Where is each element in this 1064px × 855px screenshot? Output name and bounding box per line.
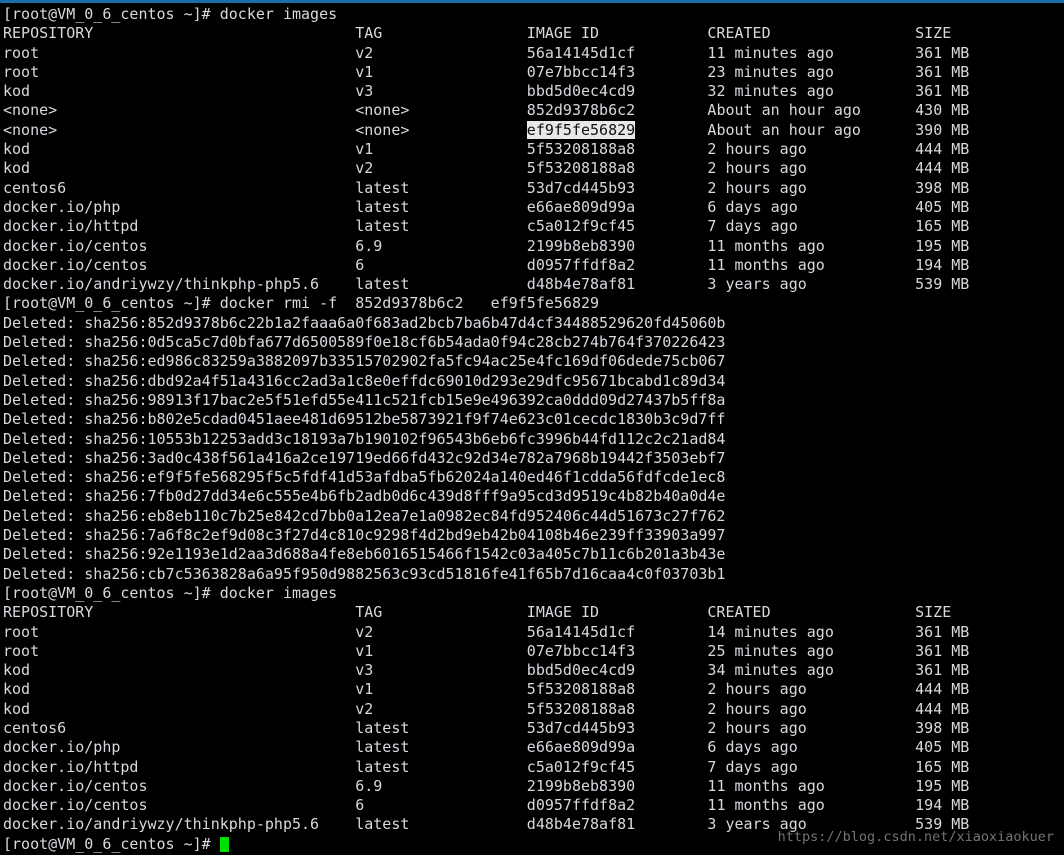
image-id-cell[interactable]: 2199b8eb8390 bbox=[527, 237, 635, 255]
image-id-cell[interactable]: 53d7cd445b93 bbox=[527, 179, 635, 197]
table-row[interactable]: <none> <none> 852d9378b6c2 About an hour… bbox=[3, 101, 1064, 120]
image-id-cell[interactable]: d48b4e78af81 bbox=[527, 275, 635, 293]
deleted-line: Deleted: sha256:98913f17bac2e5f51efd55e4… bbox=[3, 390, 726, 409]
command-first[interactable]: docker images bbox=[220, 5, 337, 23]
image-id-cell[interactable]: 56a14145d1cf bbox=[527, 623, 635, 641]
image-id-cell[interactable]: 5f53208188a8 bbox=[527, 140, 635, 158]
table-row[interactable]: docker.io/php latest e66ae809d99a 6 days… bbox=[3, 198, 1064, 217]
table-row[interactable]: kod v1 5f53208188a8 2 hours ago 444 MB bbox=[3, 140, 1064, 159]
image-id-cell[interactable]: 5f53208188a8 bbox=[527, 159, 635, 177]
image-id-cell[interactable]: e66ae809d99a bbox=[527, 738, 635, 756]
image-id-cell[interactable]: 07e7bbcc14f3 bbox=[527, 642, 635, 660]
image-id-cell[interactable]: d48b4e78af81 bbox=[527, 815, 635, 833]
image-id-cell[interactable]: 2199b8eb8390 bbox=[527, 777, 635, 795]
table-row[interactable]: kod v1 5f53208188a8 2 hours ago 444 MB bbox=[3, 680, 1064, 699]
table-row[interactable]: root v1 07e7bbcc14f3 25 minutes ago 361 … bbox=[3, 642, 1064, 661]
table-row[interactable]: docker.io/centos 6.9 2199b8eb8390 11 mon… bbox=[3, 777, 1064, 796]
image-id-cell[interactable]: bbd5d0ec4cd9 bbox=[527, 82, 635, 100]
image-id-cell[interactable]: 5f53208188a8 bbox=[527, 700, 635, 718]
deleted-line: Deleted: sha256:3ad0c438f561a416a2ce1971… bbox=[3, 448, 726, 467]
image-id-cell[interactable]: 07e7bbcc14f3 bbox=[527, 63, 635, 81]
table-header-second: REPOSITORY TAG IMAGE ID CREATED SIZE bbox=[3, 603, 952, 622]
table-row[interactable]: docker.io/andriywzy/thinkphp-php5.6 late… bbox=[3, 275, 1064, 294]
table-row[interactable]: docker.io/httpd latest c5a012f9cf45 7 da… bbox=[3, 758, 1064, 777]
image-id-cell[interactable]: e66ae809d99a bbox=[527, 198, 635, 216]
prompt-line-rmi: [root@VM_0_6_centos ~]# docker rmi -f 85… bbox=[3, 294, 600, 313]
terminal-screen[interactable]: [root@VM_0_6_centos ~]# docker images REP… bbox=[3, 5, 1064, 855]
prompt-line-second: [root@VM_0_6_centos ~]# docker images bbox=[3, 583, 338, 602]
image-id-cell[interactable]: d0957ffdf8a2 bbox=[527, 256, 635, 274]
image-id-cell[interactable]: 852d9378b6c2 bbox=[527, 101, 635, 119]
deleted-line: Deleted: sha256:cb7c5363828a6a95f950d988… bbox=[3, 564, 726, 583]
table-row[interactable]: centos6 latest 53d7cd445b93 2 hours ago … bbox=[3, 179, 1064, 198]
prompt-line-first: [root@VM_0_6_centos ~]# docker images bbox=[3, 5, 338, 23]
image-id-cell[interactable]: 56a14145d1cf bbox=[527, 44, 635, 62]
table-row[interactable]: root v1 07e7bbcc14f3 23 minutes ago 361 … bbox=[3, 63, 1064, 82]
image-id-cell[interactable]: c5a012f9cf45 bbox=[527, 758, 635, 776]
image-id-cell[interactable]: bbd5d0ec4cd9 bbox=[527, 661, 635, 679]
deleted-line: Deleted: sha256:dbd92a4f51a4316cc2ad3a1c… bbox=[3, 371, 726, 390]
deleted-line: Deleted: sha256:10553b12253add3c18193a7b… bbox=[3, 429, 726, 448]
text-cursor bbox=[219, 836, 229, 852]
image-id-cell[interactable]: ef9f5fe56829 bbox=[526, 120, 636, 139]
deleted-line: Deleted: sha256:b802e5cdad0451aee481d695… bbox=[3, 410, 726, 429]
table-row[interactable]: docker.io/centos 6 d0957ffdf8a2 11 month… bbox=[3, 256, 1064, 275]
table-header-first: REPOSITORY TAG IMAGE ID CREATED SIZE bbox=[3, 24, 952, 43]
deleted-line: Deleted: sha256:7fb0d27dd34e6c555e4b6fb2… bbox=[3, 487, 726, 506]
table-row[interactable]: docker.io/httpd latest c5a012f9cf45 7 da… bbox=[3, 217, 1064, 236]
table-row[interactable]: kod v2 5f53208188a8 2 hours ago 444 MB bbox=[3, 159, 1064, 178]
image-id-cell[interactable]: 53d7cd445b93 bbox=[527, 719, 635, 737]
table-row[interactable]: docker.io/centos 6.9 2199b8eb8390 11 mon… bbox=[3, 237, 1064, 256]
image-id-cell[interactable]: d0957ffdf8a2 bbox=[527, 796, 635, 814]
watermark-url: https://blog.csdn.net/xiaoxiaokuer bbox=[777, 828, 1054, 845]
table-row[interactable]: kod v3 bbd5d0ec4cd9 32 minutes ago 361 M… bbox=[3, 82, 1064, 101]
image-id-cell[interactable]: c5a012f9cf45 bbox=[527, 217, 635, 235]
table-row[interactable]: root v2 56a14145d1cf 11 minutes ago 361 … bbox=[3, 44, 1064, 63]
command-rmi[interactable]: docker rmi -f 852d9378b6c2 ef9f5fe56829 bbox=[220, 294, 599, 312]
table-row[interactable]: kod v2 5f53208188a8 2 hours ago 444 MB bbox=[3, 700, 1064, 719]
deleted-line: Deleted: sha256:7a6f8c2ef9d08c3f27d4c810… bbox=[3, 526, 726, 545]
table-row[interactable]: <none> <none> ef9f5fe56829 About an hour… bbox=[3, 120, 1064, 140]
terminal-window[interactable]: [root@VM_0_6_centos ~]# docker images REP… bbox=[0, 0, 1064, 855]
deleted-line: Deleted: sha256:ed986c83259a3882097b3351… bbox=[3, 352, 726, 371]
table-row[interactable]: root v2 56a14145d1cf 14 minutes ago 361 … bbox=[3, 623, 1064, 642]
table-row[interactable]: centos6 latest 53d7cd445b93 2 hours ago … bbox=[3, 719, 1064, 738]
deleted-line: Deleted: sha256:92e1193e1d2aa3d688a4fe8e… bbox=[3, 545, 726, 564]
deleted-line: Deleted: sha256:ef9f5fe568295f5c5fdf41d5… bbox=[3, 468, 726, 487]
deleted-line: Deleted: sha256:0d5ca5c7d0bfa677d6500589… bbox=[3, 333, 726, 352]
command-second[interactable]: docker images bbox=[220, 584, 337, 602]
table-row[interactable]: docker.io/php latest e66ae809d99a 6 days… bbox=[3, 738, 1064, 757]
table-row[interactable]: docker.io/centos 6 d0957ffdf8a2 11 month… bbox=[3, 796, 1064, 815]
image-id-cell[interactable]: 5f53208188a8 bbox=[527, 680, 635, 698]
deleted-line: Deleted: sha256:852d9378b6c22b1a2faaa6a0… bbox=[3, 313, 726, 332]
table-row[interactable]: kod v3 bbd5d0ec4cd9 34 minutes ago 361 M… bbox=[3, 661, 1064, 680]
deleted-line: Deleted: sha256:eb8eb110c7b25e842cd7bb0a… bbox=[3, 506, 726, 525]
